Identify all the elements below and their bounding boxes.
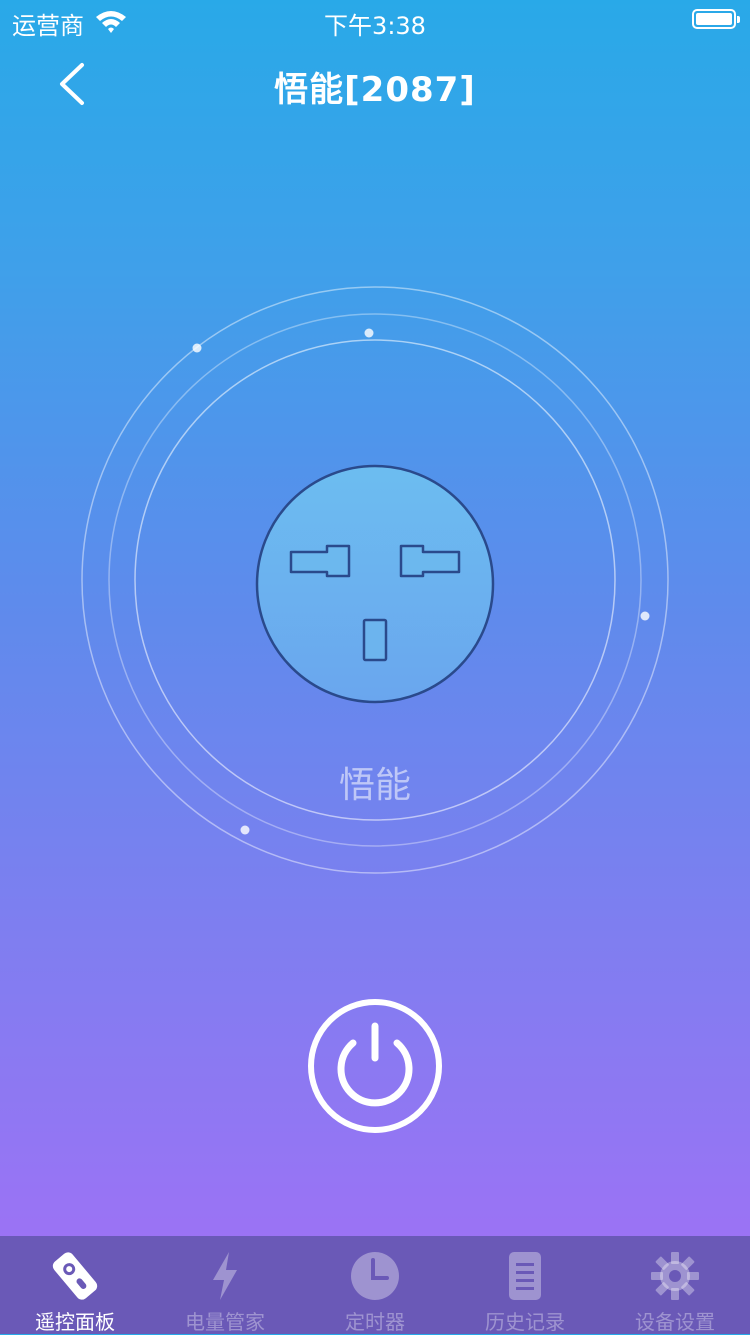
tab-device-settings[interactable]: 设备设置 xyxy=(600,1236,750,1334)
gear-icon xyxy=(651,1252,699,1300)
tab-label: 遥控面板 xyxy=(35,1310,115,1334)
document-list-icon xyxy=(509,1252,541,1300)
tab-label: 定时器 xyxy=(345,1310,405,1334)
power-button[interactable] xyxy=(305,996,445,1136)
page-title: 悟能[2087] xyxy=(274,70,476,110)
tab-label: 电量管家 xyxy=(185,1310,265,1334)
device-name: 悟能 xyxy=(338,765,411,806)
tab-power-manager[interactable]: 电量管家 xyxy=(150,1236,300,1334)
power-icon xyxy=(308,999,442,1133)
tab-remote-panel[interactable]: 遥控面板 xyxy=(0,1236,150,1334)
status-bar: 运营商 下午3:38 xyxy=(0,0,750,40)
nav-bar: 悟能[2087] xyxy=(0,40,750,128)
power-socket-icon xyxy=(255,464,495,704)
lightning-icon xyxy=(213,1252,237,1300)
tab-timer[interactable]: 定时器 xyxy=(300,1236,450,1334)
tab-bar: 遥控面板 电量管家 定时器 历史记录 设备设置 xyxy=(0,1236,750,1334)
tab-label: 历史记录 xyxy=(485,1310,565,1334)
tab-label: 设备设置 xyxy=(635,1310,715,1334)
status-time: 下午3:38 xyxy=(324,12,426,40)
battery-icon xyxy=(692,9,740,31)
remote-icon xyxy=(52,1252,98,1300)
clock-icon xyxy=(351,1252,399,1300)
tab-history[interactable]: 历史记录 xyxy=(450,1236,600,1334)
